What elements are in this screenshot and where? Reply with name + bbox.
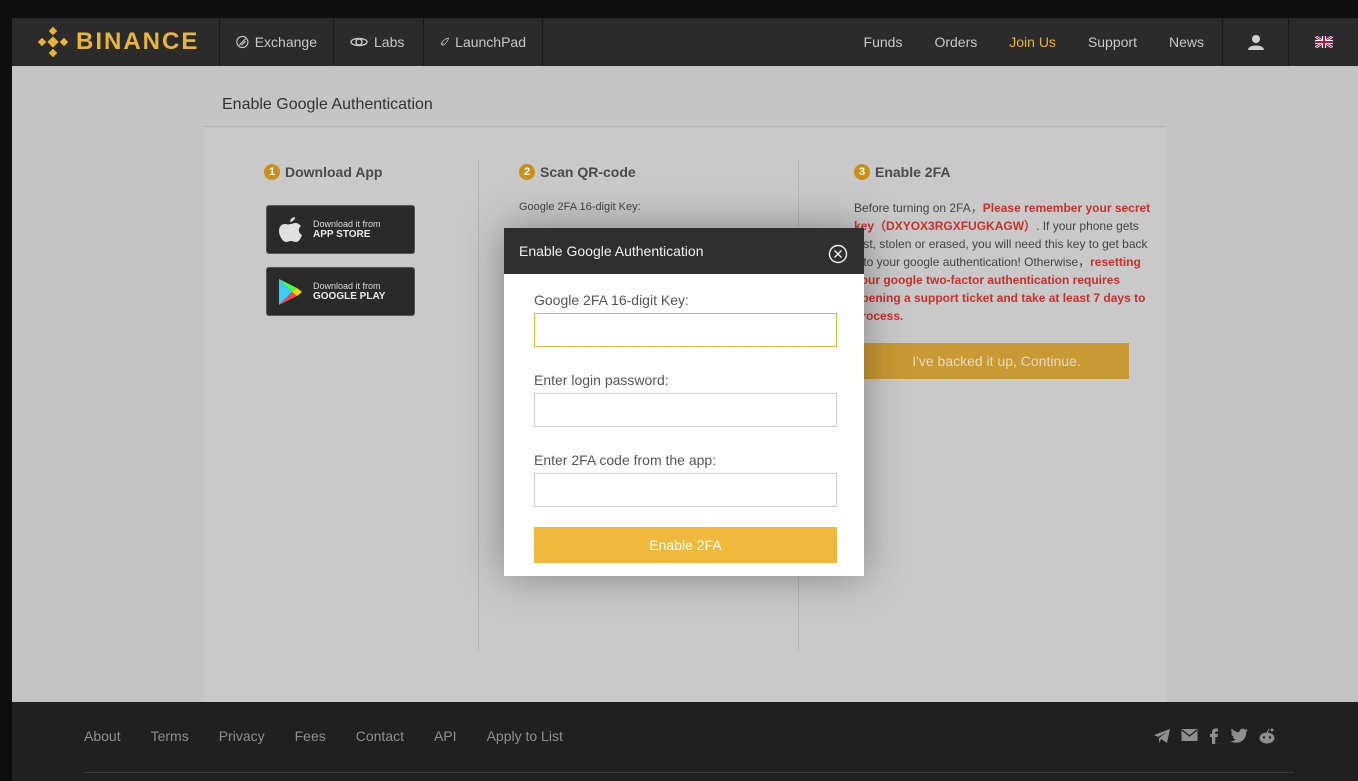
nav-exchange-label: Exchange (254, 34, 317, 50)
footer-link-contact[interactable]: Contact (356, 728, 404, 744)
user-icon (1247, 35, 1264, 50)
mail-icon (1181, 729, 1198, 741)
brand-name: BINANCE (76, 28, 200, 55)
uk-flag-icon (1314, 36, 1333, 48)
title-divider (204, 126, 1166, 127)
telegram-icon (1154, 729, 1170, 743)
login-password-input[interactable] (534, 393, 837, 427)
step3-title: Enable 2FA (875, 164, 951, 180)
app-store-line1: Download it from (313, 219, 381, 229)
code-field-label: Enter 2FA code from the app: (534, 452, 717, 468)
step1-number: 1 (264, 164, 280, 180)
step2-heading: 2 Scan QR-code (519, 164, 636, 180)
column-divider-1 (478, 161, 479, 651)
google-2fa-key-input[interactable] (534, 313, 837, 347)
google-play-icon (279, 278, 302, 305)
step3-text-1: Before turning on 2FA， (854, 201, 983, 215)
window-frame-top (0, 0, 1358, 18)
apple-icon (279, 216, 302, 242)
facebook-icon (1210, 728, 1218, 744)
user-menu-button[interactable] (1222, 18, 1288, 66)
language-selector[interactable] (1288, 18, 1358, 66)
dialog-title: Enable Google Authentication (519, 243, 704, 259)
social-links (1143, 728, 1276, 744)
rocket-icon (440, 37, 450, 46)
top-navbar: BINANCE Exchange Labs LaunchPad Funds Or… (12, 18, 1358, 66)
footer-link-apply-to-list[interactable]: Apply to List (487, 728, 563, 744)
footer-link-fees[interactable]: Fees (295, 728, 326, 744)
dialog-close-button[interactable] (828, 244, 848, 264)
step1-heading: 1 Download App (264, 164, 382, 180)
telegram-link[interactable] (1153, 728, 1171, 744)
step1-title: Download App (285, 164, 383, 180)
app-store-button[interactable]: Download it from APP STORE (266, 205, 415, 254)
nav-funds[interactable]: Funds (848, 18, 919, 66)
step2-number: 2 (519, 164, 535, 180)
nav-launchpad-label: LaunchPad (455, 34, 526, 50)
twitter-icon (1230, 728, 1248, 743)
binance-logo-icon (36, 25, 70, 59)
reddit-icon (1259, 728, 1275, 744)
continue-button[interactable]: I've backed it up, Continue. (864, 343, 1129, 379)
key-field-label: Google 2FA 16-digit Key: (534, 292, 689, 308)
nav-orders[interactable]: Orders (918, 18, 993, 66)
footer-links: About Terms Privacy Fees Contact API App… (84, 728, 593, 744)
nav-exchange[interactable]: Exchange (220, 18, 334, 66)
close-circle-icon (828, 244, 848, 264)
footer-link-terms[interactable]: Terms (151, 728, 189, 744)
2fa-code-input[interactable] (534, 473, 837, 507)
password-field-label: Enter login password: (534, 372, 669, 388)
window-frame-left (0, 0, 12, 781)
mail-link[interactable] (1181, 728, 1198, 744)
twitter-link[interactable] (1230, 728, 1248, 744)
exchange-icon (236, 35, 249, 49)
dialog-header: Enable Google Authentication (504, 228, 864, 274)
reddit-link[interactable] (1258, 728, 1276, 744)
step2-key-label: Google 2FA 16-digit Key: (519, 201, 641, 213)
footer-link-api[interactable]: API (434, 728, 457, 744)
app-store-line2: APP STORE (313, 229, 371, 240)
footer-divider (84, 772, 1294, 773)
facebook-link[interactable] (1208, 728, 1220, 744)
nav-labs[interactable]: Labs (334, 18, 424, 66)
brand-logo[interactable]: BINANCE (12, 18, 220, 66)
footer-link-privacy[interactable]: Privacy (219, 728, 265, 744)
footer-link-about[interactable]: About (84, 728, 121, 744)
enable-2fa-button[interactable]: Enable 2FA (534, 527, 837, 563)
enable-2fa-dialog: Enable Google Authentication Google 2FA … (504, 228, 864, 576)
step3-number: 3 (854, 164, 870, 180)
nav-launchpad[interactable]: LaunchPad (424, 18, 543, 66)
step2-title: Scan QR-code (540, 164, 636, 180)
nav-join-us[interactable]: Join Us (993, 18, 1072, 66)
google-play-line1: Download it from (313, 281, 381, 291)
nav-news[interactable]: News (1153, 18, 1222, 66)
page-title: Enable Google Authentication (222, 96, 433, 113)
nav-labs-label: Labs (374, 34, 405, 50)
step3-instructions: Before turning on 2FA，Please remember yo… (854, 199, 1159, 325)
google-play-button[interactable]: Download it from GOOGLE PLAY (266, 267, 415, 316)
step3-heading: 3 Enable 2FA (854, 164, 950, 180)
nav-support[interactable]: Support (1072, 18, 1153, 66)
google-play-line2: GOOGLE PLAY (313, 291, 386, 302)
footer: About Terms Privacy Fees Contact API App… (12, 702, 1358, 781)
labs-icon (350, 37, 368, 47)
